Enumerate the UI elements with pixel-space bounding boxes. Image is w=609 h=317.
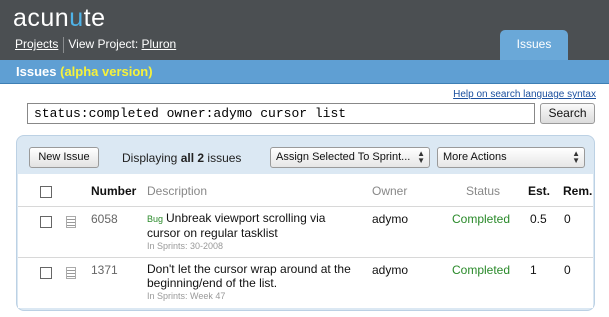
displaying-pre: Displaying xyxy=(122,151,178,165)
page-title-bar: Issues (alpha version) xyxy=(0,60,609,84)
search-button[interactable]: Search xyxy=(540,103,595,124)
logo-text-post: te xyxy=(83,4,106,32)
select-all-checkbox[interactable] xyxy=(40,186,52,198)
new-issue-button[interactable]: New Issue xyxy=(29,147,99,168)
bug-tag: Bug xyxy=(147,214,164,224)
issue-status: Completed xyxy=(452,263,511,277)
breadcrumb: Projects View Project: Pluron xyxy=(15,37,176,53)
issue-description-text: Unbreak viewport scrolling via cursor on… xyxy=(147,211,326,240)
document-icon[interactable] xyxy=(66,267,76,279)
column-header-number[interactable]: Number xyxy=(91,184,136,198)
assign-sprint-select[interactable]: Assign Selected To Sprint... ▲ ▼ xyxy=(270,147,430,168)
column-header-rem[interactable]: Rem. xyxy=(563,184,592,198)
projects-link[interactable]: Projects xyxy=(15,37,58,51)
tab-issues[interactable]: Issues xyxy=(500,30,568,60)
issue-number: 6058 xyxy=(91,212,118,226)
project-name-link[interactable]: Pluron xyxy=(142,37,177,51)
view-project-label: View Project: xyxy=(68,37,139,52)
issue-remaining: 0 xyxy=(564,212,571,226)
issue-estimate: 1 xyxy=(530,263,537,277)
displaying-post: issues xyxy=(207,151,242,165)
column-header-owner[interactable]: Owner xyxy=(372,184,407,198)
assign-sprint-value: Assign Selected To Sprint... xyxy=(276,151,411,163)
more-actions-value: More Actions xyxy=(443,151,507,163)
issue-number: 1371 xyxy=(91,263,118,277)
issue-sprints: In Sprints: 30-2008 xyxy=(147,241,224,251)
app-header: acunute Projects View Project: Pluron Iss… xyxy=(0,0,609,60)
acunote-logo[interactable]: acunute xyxy=(13,4,105,33)
issue-status: Completed xyxy=(452,212,511,226)
row-checkbox[interactable] xyxy=(40,267,52,279)
column-header-description[interactable]: Description xyxy=(147,184,207,198)
issue-description-text: Don't let the cursor wrap around at the … xyxy=(147,262,351,290)
logo-text-pre: acun xyxy=(13,4,70,32)
document-icon[interactable] xyxy=(66,216,76,228)
select-arrows-icon: ▲ ▼ xyxy=(417,149,425,165)
more-actions-select[interactable]: More Actions ▲ ▼ xyxy=(437,147,585,168)
issue-sprints: In Sprints: Week 47 xyxy=(147,291,226,301)
alpha-badge: (alpha version) xyxy=(60,64,153,79)
page-title: Issues xyxy=(16,64,57,79)
issue-description[interactable]: Bug Unbreak viewport scrolling via cursor… xyxy=(147,211,352,253)
issues-table: Number Description Owner Status Est. Rem… xyxy=(18,174,593,308)
row-divider xyxy=(18,206,593,207)
issue-owner: adymo xyxy=(372,263,409,277)
issue-estimate: 0.5 xyxy=(530,212,547,226)
logo-text-accent: u xyxy=(69,4,84,32)
issue-remaining: 0 xyxy=(564,263,571,277)
column-header-est[interactable]: Est. xyxy=(528,184,550,198)
displaying-count: Displaying all 2 issues xyxy=(122,151,241,165)
row-checkbox[interactable] xyxy=(40,216,52,228)
nav-divider xyxy=(63,37,65,53)
row-divider xyxy=(18,257,593,258)
issue-description[interactable]: Don't let the cursor wrap around at the … xyxy=(147,262,352,303)
search-help-link[interactable]: Help on search language syntax xyxy=(453,89,596,100)
column-header-status[interactable]: Status xyxy=(466,184,500,198)
displaying-count-value: all 2 xyxy=(180,151,205,165)
issue-owner: adymo xyxy=(372,212,409,226)
select-arrows-icon: ▲ ▼ xyxy=(572,149,580,165)
issues-panel: New Issue Displaying all 2 issues Assign… xyxy=(16,135,595,311)
search-input[interactable] xyxy=(27,103,535,124)
